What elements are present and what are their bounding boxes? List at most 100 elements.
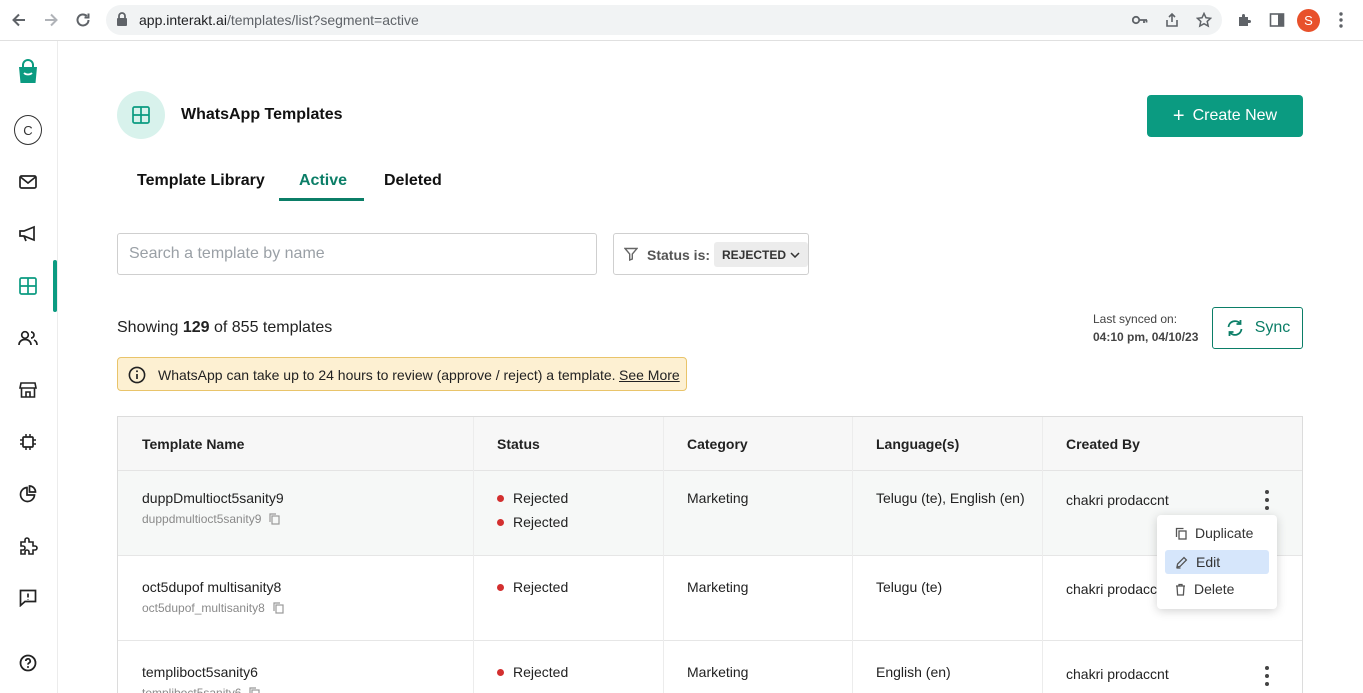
see-more-link[interactable]: See More — [619, 367, 680, 383]
menu-item-label: Edit — [1196, 554, 1221, 570]
languages: Telugu (te) — [876, 579, 943, 595]
inbox-icon[interactable] — [14, 168, 42, 196]
edit-icon — [1176, 556, 1188, 569]
column-divider — [473, 417, 474, 693]
menu-item-label: Delete — [1194, 581, 1235, 597]
copy-icon[interactable] — [249, 687, 260, 693]
created-by: chakri prodaccnt — [1066, 492, 1169, 508]
table-row[interactable]: templiboct5sanity6 templiboct5sanity6 Re… — [118, 641, 1302, 693]
status-filter[interactable]: Status is: REJECTED — [613, 233, 809, 275]
row-actions-icon[interactable] — [1259, 665, 1275, 687]
row-actions-menu: Duplicate Edit Delete — [1157, 515, 1277, 609]
column-divider — [663, 417, 664, 693]
bookmark-star-icon[interactable] — [1195, 11, 1213, 29]
back-icon[interactable] — [7, 8, 31, 32]
chevron-down-icon — [790, 251, 800, 258]
create-new-button[interactable]: + Create New — [1147, 95, 1303, 137]
sync-label: Sync — [1254, 319, 1291, 336]
status-filter-label: Status is: — [647, 247, 711, 263]
templates-icon[interactable] — [14, 272, 42, 300]
tab-active[interactable]: Active — [299, 172, 347, 190]
page-title: WhatsApp Templates — [181, 106, 343, 123]
integrations-icon[interactable] — [14, 428, 42, 456]
status-badge: Rejected — [497, 664, 568, 680]
template-id: duppdmultioct5sanity9 — [142, 512, 281, 526]
tab-deleted[interactable]: Deleted — [384, 172, 442, 190]
address-bar[interactable]: app.interakt.ai/templates/list?segment=a… — [106, 5, 1222, 35]
sync-icon — [1227, 320, 1243, 336]
row-actions-icon[interactable] — [1259, 489, 1275, 511]
column-divider — [1042, 417, 1043, 693]
key-icon[interactable] — [1131, 11, 1149, 29]
trash-icon — [1176, 583, 1185, 596]
filter-icon — [623, 247, 639, 266]
status-dropdown[interactable]: REJECTED — [714, 242, 809, 267]
info-icon — [128, 366, 146, 387]
browser-menu-icon[interactable] — [1331, 10, 1351, 30]
created-by: chakri prodaccnt — [1066, 666, 1169, 682]
header-languages: Language(s) — [876, 436, 960, 452]
header-created-by: Created By — [1066, 436, 1140, 452]
status-badge: Rejected — [497, 514, 568, 530]
status-badge: Rejected — [497, 490, 568, 506]
duplicate-icon — [1175, 527, 1187, 540]
share-icon[interactable] — [1163, 11, 1181, 29]
extensions-puzzle-icon[interactable] — [1235, 10, 1255, 30]
menu-item-delete[interactable]: Delete — [1165, 577, 1269, 601]
search-input[interactable] — [117, 233, 597, 275]
lock-icon — [116, 12, 128, 32]
side-panel-icon[interactable] — [1267, 10, 1287, 30]
created-by: chakri prodacc — [1066, 581, 1158, 597]
status-badge: Rejected — [497, 579, 568, 595]
review-notice: WhatsApp can take up to 24 hours to revi… — [117, 357, 687, 391]
reload-icon[interactable] — [71, 8, 95, 32]
users-icon[interactable] — [14, 324, 42, 352]
workspace-avatar[interactable]: C — [14, 115, 42, 145]
templates-header-icon — [117, 91, 165, 139]
results-count: Showing 129 of 855 templates — [117, 319, 333, 336]
header-template-name: Template Name — [142, 436, 245, 452]
template-name[interactable]: duppDmultioct5sanity9 — [142, 490, 284, 506]
category: Marketing — [687, 490, 749, 506]
tab-template-library[interactable]: Template Library — [137, 172, 265, 190]
template-name[interactable]: templiboct5sanity6 — [142, 664, 258, 680]
table-row[interactable]: duppDmultioct5sanity9 duppdmultioct5sani… — [118, 471, 1302, 556]
last-synced-time: 04:10 pm, 04/10/23 — [1093, 330, 1199, 344]
extensions-icon[interactable] — [14, 532, 42, 560]
copy-icon[interactable] — [273, 602, 284, 614]
analytics-icon[interactable] — [14, 480, 42, 508]
languages: Telugu (te), English (en) — [876, 490, 1025, 506]
sync-button[interactable]: Sync — [1212, 307, 1303, 349]
status-dropdown-value: REJECTED — [722, 247, 787, 262]
copy-icon[interactable] — [269, 513, 281, 525]
active-tab-indicator — [279, 198, 364, 201]
feedback-icon[interactable] — [14, 584, 42, 612]
template-id: templiboct5sanity6 — [142, 686, 260, 693]
languages: English (en) — [876, 664, 951, 680]
help-icon[interactable] — [14, 649, 42, 677]
sidebar-active-indicator — [53, 260, 57, 312]
forward-icon[interactable] — [39, 8, 63, 32]
templates-table: Template Name Status Category Language(s… — [117, 416, 1303, 693]
menu-item-label: Duplicate — [1195, 525, 1254, 541]
profile-avatar[interactable]: S — [1297, 9, 1320, 32]
template-name[interactable]: oct5dupof multisanity8 — [142, 579, 281, 595]
notice-message: WhatsApp can take up to 24 hours to revi… — [158, 367, 616, 383]
store-icon[interactable] — [14, 376, 42, 404]
create-new-label: Create New — [1192, 107, 1278, 124]
template-id: oct5dupof_multisanity8 — [142, 601, 284, 615]
category: Marketing — [687, 664, 749, 680]
table-header: Template Name Status Category Language(s… — [118, 417, 1302, 471]
header-category: Category — [687, 436, 748, 452]
plus-icon: + — [1172, 105, 1185, 127]
menu-item-duplicate[interactable]: Duplicate — [1165, 521, 1269, 545]
url-text: app.interakt.ai/templates/list?segment=a… — [139, 12, 419, 28]
menu-item-edit[interactable]: Edit — [1165, 550, 1269, 574]
category: Marketing — [687, 579, 749, 595]
table-row[interactable]: oct5dupof multisanity8 oct5dupof_multisa… — [118, 556, 1302, 641]
logo-icon[interactable] — [14, 58, 42, 86]
header-status: Status — [497, 436, 540, 452]
last-synced-label: Last synced on: — [1093, 312, 1178, 326]
campaigns-icon[interactable] — [14, 220, 42, 248]
sidebar: C — [0, 41, 58, 693]
